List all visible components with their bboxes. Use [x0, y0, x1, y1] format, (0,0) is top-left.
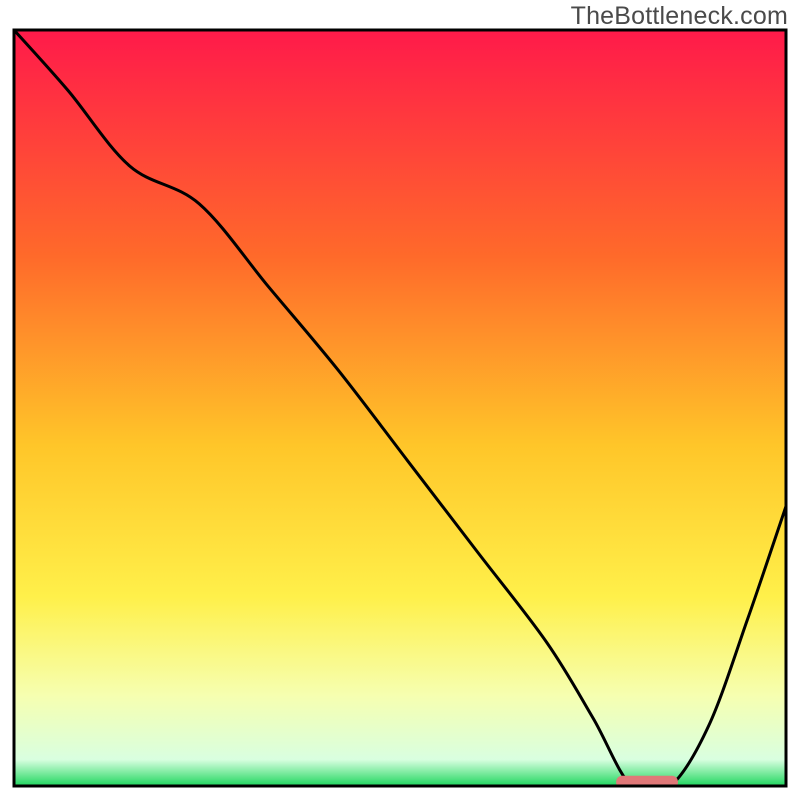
chart-container: TheBottleneck.com	[0, 0, 800, 800]
bottleneck-chart	[0, 0, 800, 800]
plot-area	[14, 30, 786, 794]
heat-gradient-bg	[14, 30, 786, 786]
